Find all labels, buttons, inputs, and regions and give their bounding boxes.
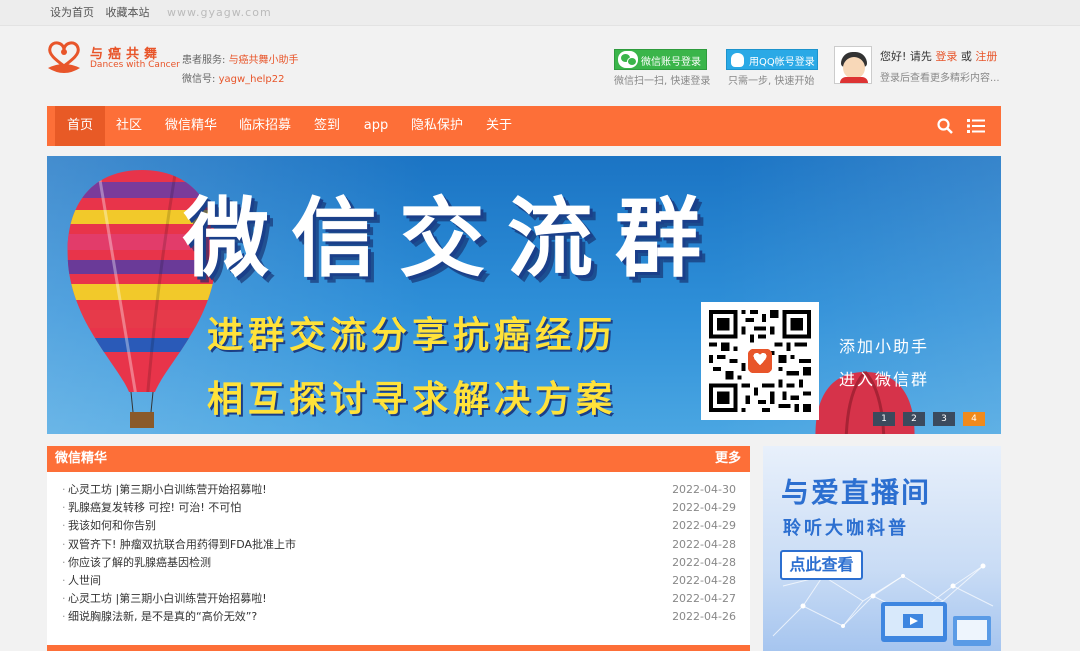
article-date: 2022-04-28 bbox=[672, 573, 736, 587]
list-item[interactable]: · 心灵工坊 |第三期小白训练营开始招募啦! 2022-04-30 bbox=[47, 481, 750, 499]
list-item[interactable]: · 心灵工坊 |第三期小白训练营开始招募啦! 2022-04-27 bbox=[47, 590, 750, 608]
nav-privacy[interactable]: 隐私保护 bbox=[405, 106, 469, 146]
service-label: 患者服务: bbox=[182, 55, 226, 66]
article-title[interactable]: 细说胸腺法新, 是不是真的“高价无效”? bbox=[61, 610, 257, 623]
top-bar: 设为首页 收藏本站 www.gyagw.com bbox=[0, 0, 1080, 26]
article-date: 2022-04-29 bbox=[672, 519, 736, 533]
set-homepage-link[interactable]: 设为首页 bbox=[50, 6, 94, 19]
wechat-id: yagw_help22 bbox=[218, 74, 285, 85]
article-date: 2022-04-30 bbox=[672, 483, 736, 496]
pager-3[interactable]: 3 bbox=[933, 412, 955, 426]
more-link[interactable]: 更多 bbox=[715, 446, 741, 472]
article-date: 2022-04-26 bbox=[672, 610, 736, 624]
article-title[interactable]: 双管齐下! 肿瘤双抗联合用药得到FDA批准上市 bbox=[61, 538, 296, 551]
list-item[interactable]: · 我该如何和你告别 2022-04-29 bbox=[47, 517, 750, 535]
qq-login-button[interactable]: 用QQ帐号登录 bbox=[726, 49, 818, 70]
qq-login-tip: 只需一步, 快速开始 bbox=[728, 76, 815, 87]
banner-add-line-1: 添加小助手 bbox=[839, 337, 930, 356]
article-title[interactable]: 心灵工坊 |第三期小白训练营开始招募啦! bbox=[61, 483, 267, 496]
nav-about[interactable]: 关于 bbox=[479, 106, 519, 146]
article-date: 2022-04-28 bbox=[672, 537, 736, 551]
pager-2[interactable]: 2 bbox=[903, 412, 925, 426]
article-title[interactable]: 人世间 bbox=[61, 574, 101, 587]
nav-app[interactable]: app bbox=[357, 106, 395, 146]
login-link[interactable]: 登录 bbox=[935, 50, 957, 63]
greeting: 您好! 请先 登录 或 注册 bbox=[880, 48, 997, 64]
pager-1[interactable]: 1 bbox=[873, 412, 895, 426]
brand-name-en: Dances with Cancer bbox=[90, 60, 180, 70]
article-date: 2022-04-27 bbox=[672, 592, 736, 606]
banner-add-helper: 添加小助手 进入微信群 bbox=[839, 330, 929, 396]
nav-home[interactable]: 首页 bbox=[55, 106, 105, 146]
qr-code bbox=[701, 302, 819, 420]
article-title[interactable]: 乳腺癌复发转移 可控! 可治! 不可怕 bbox=[61, 501, 241, 514]
banner-add-line-2: 进入微信群 bbox=[839, 370, 930, 389]
list-menu-icon[interactable] bbox=[967, 118, 985, 134]
wechat-login-label: 微信账号登录 bbox=[641, 57, 701, 68]
banner-title: 微信交流群 bbox=[183, 189, 723, 289]
wechat-login-tip: 微信扫一扫, 快速登录 bbox=[614, 76, 711, 87]
login-hint: 登录后查看更多精彩内容... bbox=[880, 73, 1000, 84]
banner-line-1: 进群交流分享抗癌经历 bbox=[207, 315, 618, 356]
banner-line-2: 相互探讨寻求解决方案 bbox=[207, 379, 618, 420]
watermark: www.gyagw.com bbox=[167, 6, 272, 19]
wechat-login-button[interactable]: 微信账号登录 bbox=[614, 49, 707, 70]
avatar[interactable] bbox=[834, 46, 872, 84]
article-date: 2022-04-29 bbox=[672, 501, 736, 515]
article-title[interactable]: 心灵工坊 |第三期小白训练营开始招募啦! bbox=[61, 592, 267, 605]
article-list: · 心灵工坊 |第三期小白训练营开始招募啦! 2022-04-30 · 乳腺癌复发转移… bbox=[47, 472, 750, 627]
logo-heart-icon[interactable] bbox=[46, 38, 82, 76]
nav-community[interactable]: 社区 bbox=[109, 106, 149, 146]
live-room-ad[interactable]: 与爱直播间 聆听大咖科普 点此查看 bbox=[763, 446, 1001, 651]
carousel-pager: 1234 bbox=[873, 406, 993, 426]
live-room-subtitle: 聆听大咖科普 bbox=[783, 518, 909, 539]
nav-wechat-digest[interactable]: 微信精华 bbox=[159, 106, 223, 146]
list-item[interactable]: · 人世间 2022-04-28 bbox=[47, 572, 750, 590]
service-info: 患者服务: 与癌共舞小助手 微信号: yagw_help22 bbox=[182, 51, 299, 89]
list-item[interactable]: · 细说胸腺法新, 是不是真的“高价无效”? 2022-04-26 bbox=[47, 608, 750, 626]
search-icon[interactable] bbox=[937, 118, 953, 134]
qq-icon bbox=[731, 53, 744, 67]
next-panel-header bbox=[47, 645, 750, 651]
live-room-title: 与爱直播间 bbox=[781, 476, 932, 509]
register-link[interactable]: 注册 bbox=[975, 50, 997, 63]
wechat-digest-panel: 微信精华 更多 · 心灵工坊 |第三期小白训练营开始招募啦! 2022-04-30 … bbox=[47, 446, 750, 651]
panel-title: 微信精华 bbox=[55, 451, 108, 466]
nav-clinical-trials[interactable]: 临床招募 bbox=[233, 106, 297, 146]
article-title[interactable]: 你应该了解的乳腺癌基因检测 bbox=[61, 556, 211, 569]
qq-login-label: 用QQ帐号登录 bbox=[749, 57, 815, 68]
list-item[interactable]: · 双管齐下! 肿瘤双抗联合用药得到FDA批准上市 2022-04-28 bbox=[47, 536, 750, 554]
or-text: 或 bbox=[960, 50, 972, 63]
panel-header: 微信精华 更多 bbox=[47, 446, 750, 472]
hero-banner[interactable]: 微信交流群 进群交流分享抗癌经历 相互探讨寻求解决方案 添加小助手 进入微信群 … bbox=[47, 156, 1001, 434]
view-now-button[interactable]: 点此查看 bbox=[780, 550, 863, 580]
pager-4[interactable]: 4 bbox=[963, 412, 985, 426]
wechat-id-label: 微信号: bbox=[182, 74, 216, 85]
article-date: 2022-04-28 bbox=[672, 555, 736, 569]
bookmark-link[interactable]: 收藏本站 bbox=[106, 6, 150, 19]
list-item[interactable]: · 你应该了解的乳腺癌基因检测 2022-04-28 bbox=[47, 554, 750, 572]
wechat-icon bbox=[618, 51, 638, 68]
article-title[interactable]: 我该如何和你告别 bbox=[61, 519, 156, 532]
list-item[interactable]: · 乳腺癌复发转移 可控! 可治! 不可怕 2022-04-29 bbox=[47, 499, 750, 517]
service-name[interactable]: 与癌共舞小助手 bbox=[229, 55, 299, 66]
site-header: 与癌共舞 Dances with Cancer 患者服务: 与癌共舞小助手 微信… bbox=[46, 36, 1001, 92]
main-nav: 首页 社区 微信精华 临床招募 签到 app 隐私保护 关于 bbox=[47, 106, 1001, 146]
greeting-text: 您好! 请先 bbox=[880, 50, 932, 63]
nav-checkin[interactable]: 签到 bbox=[307, 106, 347, 146]
